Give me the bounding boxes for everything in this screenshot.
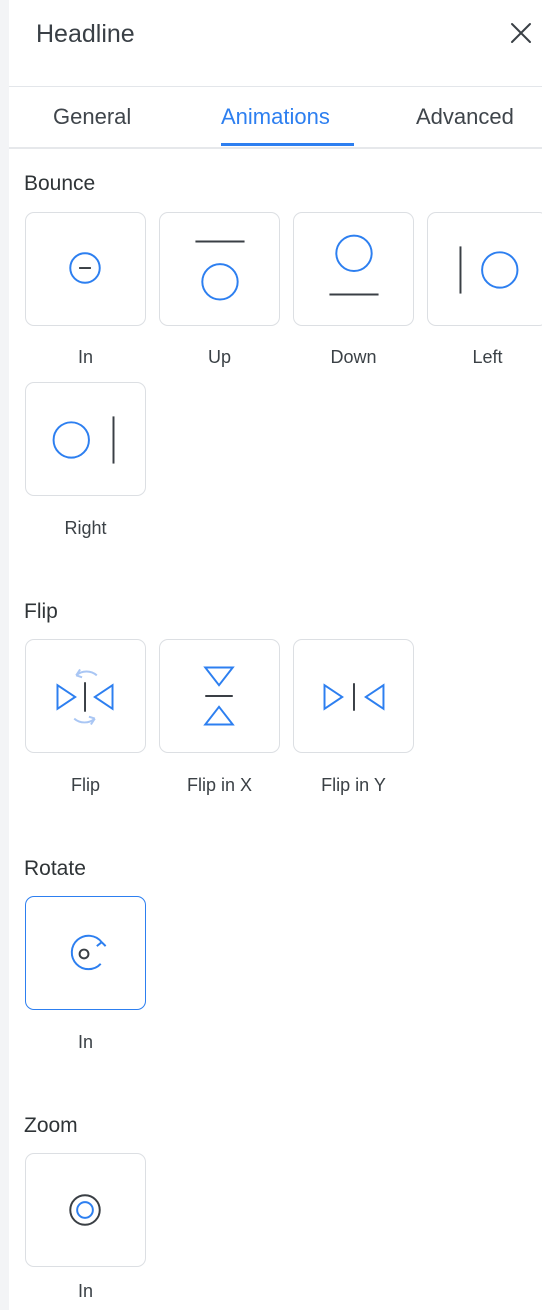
- close-icon[interactable]: [505, 17, 537, 49]
- bounce-right-icon: [52, 416, 115, 464]
- bounce-up-icon: [195, 240, 245, 301]
- bounce-right-option[interactable]: [25, 382, 146, 496]
- flip-icon: [56, 668, 114, 726]
- rotate-in-icon: [70, 934, 107, 971]
- flip-in-x-icon: [203, 666, 235, 726]
- flip-in-x-option[interactable]: [159, 639, 280, 753]
- bounce-in-icon: [69, 252, 101, 284]
- bounce-down-label: Down: [330, 347, 377, 367]
- section-title-rotate: Rotate: [24, 857, 86, 880]
- bounce-right-label: Right: [64, 518, 107, 538]
- flip-option[interactable]: [25, 639, 146, 753]
- bounce-in-label: In: [77, 347, 93, 367]
- animation-settings-panel: Headline General Animations Advanced Bou…: [9, 0, 542, 1310]
- bounce-left-icon: [459, 246, 519, 294]
- zoom-in-icon: [69, 1194, 101, 1226]
- rotate-in-label: In: [77, 1032, 93, 1052]
- bounce-left-label: Left: [472, 347, 503, 367]
- flip-in-y-option[interactable]: [293, 639, 414, 753]
- left-edge-strip: [0, 0, 9, 1310]
- panel-header: Headline: [9, 0, 542, 87]
- tab-animations[interactable]: Animations: [221, 104, 330, 130]
- bounce-down-option[interactable]: [293, 212, 414, 326]
- flip-in-y-icon: [323, 683, 385, 711]
- bounce-in-option[interactable]: [25, 212, 146, 326]
- tab-advanced[interactable]: Advanced: [416, 104, 514, 130]
- zoom-in-option[interactable]: [25, 1153, 146, 1267]
- zoom-in-label: In: [77, 1281, 93, 1301]
- tab-general[interactable]: General: [53, 104, 131, 130]
- section-title-flip: Flip: [24, 600, 58, 623]
- tab-bar: General Animations Advanced: [9, 86, 542, 149]
- active-tab-indicator: [221, 143, 354, 146]
- section-title-zoom: Zoom: [24, 1114, 78, 1137]
- flip-label: Flip: [70, 775, 100, 795]
- section-title-bounce: Bounce: [24, 172, 96, 195]
- flip-in-y-label: Flip in Y: [321, 775, 386, 795]
- flip-in-x-label: Flip in X: [186, 775, 253, 795]
- panel-title: Headline: [36, 20, 135, 48]
- bounce-up-label: Up: [207, 347, 231, 367]
- rotate-in-option[interactable]: [25, 896, 146, 1010]
- bounce-up-option[interactable]: [159, 212, 280, 326]
- bounce-left-option[interactable]: [427, 212, 542, 326]
- bounce-down-icon: [329, 234, 379, 296]
